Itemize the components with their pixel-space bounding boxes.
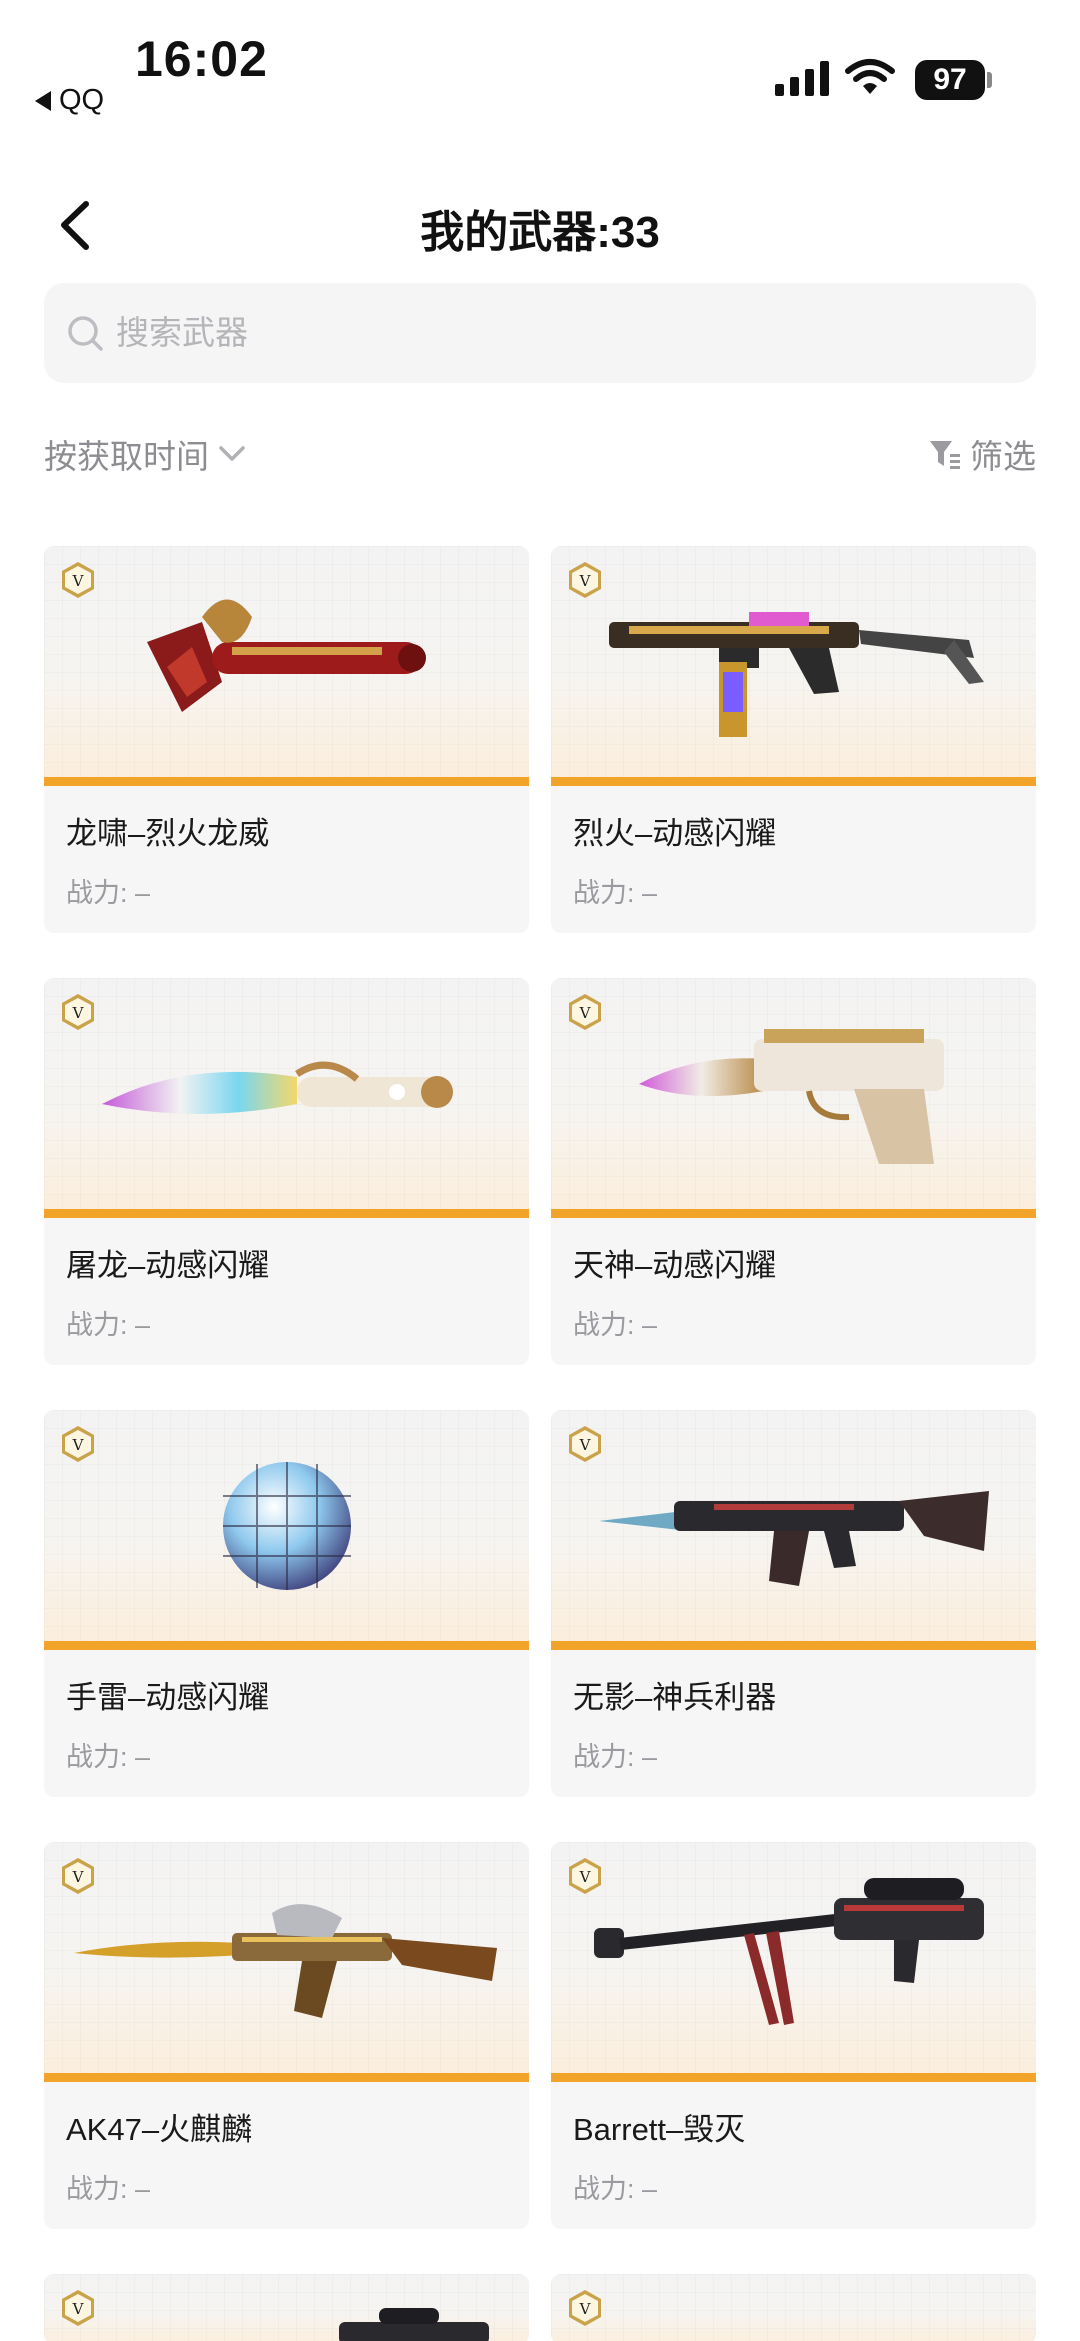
weapon-image-area: V bbox=[44, 2274, 529, 2341]
v-badge-icon: V bbox=[569, 994, 601, 1030]
nav-bar: 我的武器:33 bbox=[0, 180, 1080, 270]
weapon-power: 战力: – bbox=[66, 878, 151, 908]
svg-text:V: V bbox=[72, 1004, 85, 1022]
rifle-icon bbox=[598, 1490, 989, 1586]
svg-text:V: V bbox=[72, 1436, 85, 1454]
v-badge-icon: V bbox=[62, 2290, 94, 2326]
back-triangle-icon bbox=[35, 90, 51, 111]
back-app-label: QQ bbox=[59, 84, 105, 116]
weapon-power: 战力: – bbox=[573, 1742, 658, 1772]
weapon-power: 战力: – bbox=[66, 1742, 151, 1772]
svg-text:V: V bbox=[72, 572, 85, 590]
filter-icon bbox=[930, 441, 960, 469]
weapon-power: 战力: – bbox=[573, 2174, 658, 2204]
weapon-power: 战力: – bbox=[573, 878, 658, 908]
wifi-icon bbox=[845, 59, 895, 94]
battery-tip bbox=[987, 72, 992, 88]
v-badge-icon: V bbox=[569, 562, 601, 598]
svg-text:V: V bbox=[579, 1004, 592, 1022]
scope-icon bbox=[339, 2308, 489, 2341]
weapon-name: 手雷–动感闪耀 bbox=[66, 1680, 270, 1715]
axe-icon bbox=[146, 599, 426, 712]
v-badge-icon: V bbox=[62, 562, 94, 598]
weapon-name: 天神–动感闪耀 bbox=[573, 1248, 777, 1283]
weapon-image-area: V bbox=[551, 1410, 1036, 1650]
weapon-name: 屠龙–动感闪耀 bbox=[66, 1248, 270, 1283]
v-badge-icon: V bbox=[569, 1426, 601, 1462]
weapon-power: 战力: – bbox=[66, 1310, 151, 1340]
svg-text:V: V bbox=[579, 2300, 592, 2318]
weapon-image-area: V bbox=[551, 2274, 1036, 2341]
weapon-image-area: V bbox=[551, 546, 1036, 786]
sort-dropdown[interactable]: 按获取时间 bbox=[44, 430, 247, 478]
page-title: 我的武器:33 bbox=[420, 208, 660, 257]
weapon-name: 烈火–动感闪耀 bbox=[573, 816, 777, 851]
status-bar: 16:02 QQ 97 bbox=[0, 0, 1080, 130]
weapon-power: 战力: – bbox=[66, 2174, 151, 2204]
sort-label: 按获取时间 bbox=[44, 438, 209, 475]
svg-text:V: V bbox=[579, 572, 592, 590]
weapon-card[interactable]: V AK47–火麒麟 战力: – bbox=[44, 1842, 529, 2229]
weapon-card[interactable]: V Barrett–毁灭 战力: – bbox=[551, 1842, 1036, 2229]
weapon-card[interactable]: V 烈火–动感闪耀 战力: – bbox=[551, 546, 1036, 933]
weapon-name: Barrett–毁灭 bbox=[573, 2112, 746, 2147]
sniper-icon bbox=[593, 1877, 984, 2025]
weapon-card[interactable]: V 屠龙–动感闪耀 战力: – bbox=[44, 978, 529, 1365]
back-to-app-link[interactable]: QQ bbox=[35, 84, 104, 117]
weapon-grid: V 龙啸–烈火龙威 战力: – V 烈火–动感闪耀 战力: – V 屠龙–动感闪… bbox=[44, 546, 1036, 2341]
cellular-signal-icon bbox=[775, 60, 829, 96]
weapon-name: AK47–火麒麟 bbox=[66, 2112, 253, 2147]
svg-text:V: V bbox=[579, 1436, 592, 1454]
battery-indicator: 97 bbox=[915, 60, 985, 100]
weapon-card[interactable]: V 无影–神兵利器 战力: – bbox=[551, 1410, 1036, 1797]
weapon-image-area: V bbox=[44, 546, 529, 786]
v-badge-icon: V bbox=[569, 2290, 601, 2326]
filter-button[interactable]: 筛选 bbox=[928, 430, 1036, 478]
weapon-name: 无影–神兵利器 bbox=[573, 1680, 777, 1715]
weapon-name: 龙啸–烈火龙威 bbox=[66, 816, 270, 851]
weapon-power: 战力: – bbox=[573, 1310, 658, 1340]
v-badge-icon: V bbox=[62, 994, 94, 1030]
weapon-card[interactable]: V 手雷–动感闪耀 战力: – bbox=[44, 1410, 529, 1797]
pistol-icon bbox=[638, 1028, 944, 1164]
weapon-card[interactable]: V 天神–动感闪耀 战力: – bbox=[551, 978, 1036, 1365]
weapon-image-area: V bbox=[44, 1842, 529, 2082]
v-badge-icon: V bbox=[569, 1858, 601, 1894]
weapon-image-area: V bbox=[551, 978, 1036, 1218]
battery-level: 97 bbox=[933, 63, 967, 96]
weapon-image-area: V bbox=[551, 1842, 1036, 2082]
weapon-image-area: V bbox=[44, 1410, 529, 1650]
weapon-image-area: V bbox=[44, 978, 529, 1218]
knife-icon bbox=[101, 1061, 453, 1114]
smg-icon bbox=[608, 611, 984, 737]
weapon-card-partial[interactable]: V bbox=[551, 2274, 1036, 2341]
weapon-card-partial[interactable]: V bbox=[44, 2274, 529, 2341]
svg-text:V: V bbox=[72, 1868, 85, 1886]
status-time: 16:02 bbox=[135, 31, 268, 87]
search-input[interactable] bbox=[116, 314, 966, 352]
v-badge-icon: V bbox=[62, 1426, 94, 1462]
v-badge-icon: V bbox=[62, 1858, 94, 1894]
search-bar[interactable] bbox=[44, 283, 1036, 383]
svg-text:V: V bbox=[579, 1868, 592, 1886]
filter-label: 筛选 bbox=[970, 438, 1036, 475]
ak47-icon bbox=[73, 1903, 497, 2018]
svg-text:V: V bbox=[72, 2300, 85, 2318]
chevron-down-icon bbox=[219, 446, 245, 461]
search-icon bbox=[68, 316, 103, 351]
grenade-icon bbox=[222, 1461, 351, 1590]
weapon-card[interactable]: V 龙啸–烈火龙威 战力: – bbox=[44, 546, 529, 933]
